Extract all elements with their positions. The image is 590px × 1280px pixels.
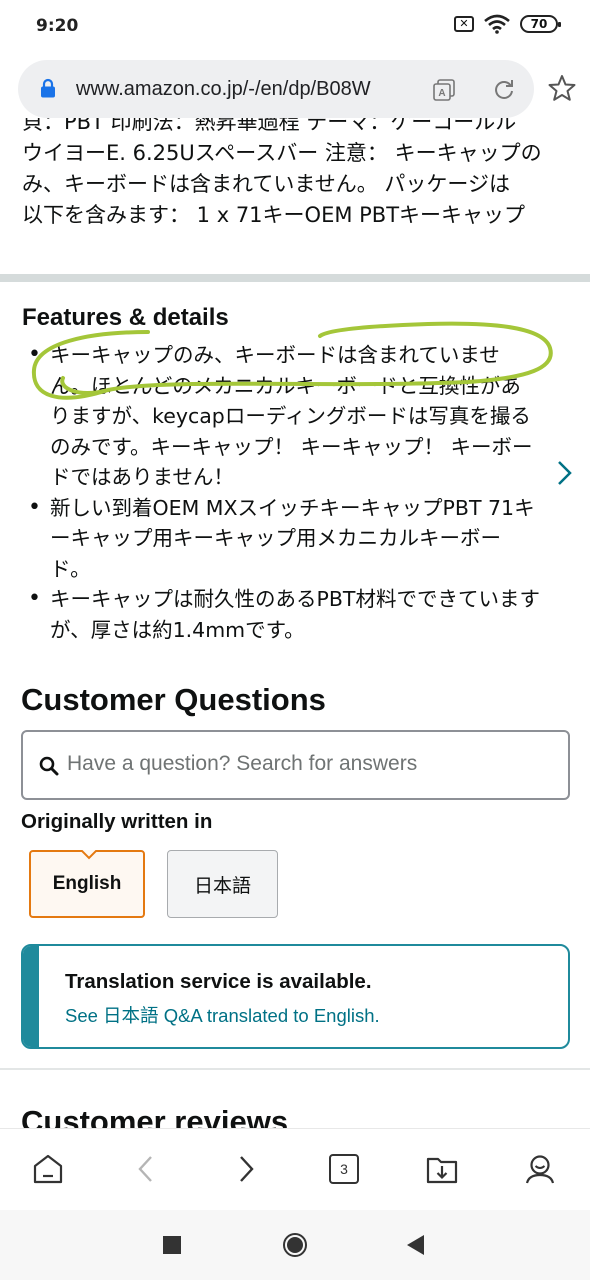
recents-icon[interactable] <box>163 1236 181 1254</box>
reload-icon[interactable] <box>492 78 516 102</box>
language-japanese-label: 日本語 <box>193 875 251 897</box>
battery-icon: 70 <box>520 15 561 33</box>
home-nav-icon[interactable] <box>282 1232 308 1258</box>
feature-item: キーキャップのみ、キーボードは含まれていません。ほとんどのメカニカルキーボードと… <box>28 340 540 493</box>
status-time: 9:20 <box>36 16 79 36</box>
tabs-button[interactable]: 3 <box>326 1151 362 1187</box>
back-nav-icon[interactable] <box>405 1234 425 1256</box>
product-description: 貝：PBT 印刷法：熱昇華過程 テーマ：ケーコールル ウイヨーE. 6.25Uス… <box>22 118 582 240</box>
downloads-icon <box>426 1157 458 1184</box>
language-english-label: English <box>52 873 122 894</box>
feature-item: キーキャップは耐久性のあるPBT材料でできていますが、厚さは約1.4mmです。 <box>28 584 540 645</box>
address-bar[interactable]: www.amazon.co.jp/-/en/dp/B08W A <box>18 60 534 118</box>
features-title: Features & details <box>22 304 229 331</box>
customer-reviews-title-text: Customer reviews <box>21 1104 289 1128</box>
selected-notch <box>81 850 97 860</box>
back-button[interactable] <box>128 1151 164 1187</box>
status-icons: ✕ 70 <box>454 14 561 34</box>
downloads-button[interactable] <box>424 1151 460 1187</box>
tabs-icon: 3 <box>329 1154 359 1184</box>
search-icon <box>39 756 59 776</box>
wifi-icon <box>484 14 510 34</box>
description-line: 貝：PBT 印刷法：熱昇華過程 テーマ：ケーコールル <box>22 118 517 134</box>
url-text[interactable]: www.amazon.co.jp/-/en/dp/B08W <box>76 78 406 101</box>
feature-item: 新しい到着OEM MXスイッチキーキャップPBT 71キーキャップ用キーキャップ… <box>28 493 540 585</box>
notice-accent-bar <box>23 946 39 1047</box>
back-icon <box>138 1156 152 1182</box>
description-line: み、キーボードは含まれていません。 パッケージは <box>22 172 510 196</box>
features-list: キーキャップのみ、キーボードは含まれていません。ほとんどのメカニカルキーボードと… <box>28 340 540 645</box>
forward-icon <box>240 1156 254 1182</box>
section-divider <box>0 1068 590 1070</box>
customer-reviews-title: Customer reviews <box>21 1104 581 1128</box>
description-line: ウイヨーE. 6.25Uスペースバー 注意： キーキャップの <box>22 141 542 165</box>
translation-notice-title: Translation service is available. <box>65 970 372 993</box>
chevron-right-icon[interactable] <box>555 460 575 486</box>
home-button[interactable] <box>30 1151 66 1187</box>
status-bar: 9:20 ✕ 70 <box>0 0 590 54</box>
sim-off-icon: ✕ <box>454 16 474 32</box>
home-icon <box>33 1154 63 1184</box>
star-icon[interactable] <box>548 74 576 102</box>
description-line: 以下を含みます： 1 x 71キーOEM PBTキーキャップ <box>22 203 526 227</box>
profile-button[interactable] <box>522 1151 558 1187</box>
translation-link[interactable]: See 日本語 Q&A translated to English. <box>65 1002 380 1028</box>
language-japanese-button[interactable]: 日本語 <box>167 850 278 918</box>
section-divider <box>0 274 590 282</box>
question-search-input[interactable] <box>67 752 547 776</box>
originally-written-label: Originally written in <box>21 810 213 833</box>
language-english-button[interactable]: English <box>29 850 145 918</box>
browser-toolbar: 3 <box>0 1128 590 1210</box>
svg-text:A: A <box>438 88 445 99</box>
translation-notice: Translation service is available. See 日本… <box>21 944 570 1049</box>
profile-icon <box>525 1155 555 1184</box>
forward-button[interactable] <box>228 1151 264 1187</box>
question-search-box[interactable] <box>21 730 570 800</box>
system-navigation-bar <box>0 1210 590 1280</box>
customer-questions-title: Customer Questions <box>21 682 326 717</box>
lock-icon <box>41 78 55 98</box>
translate-icon[interactable]: A <box>432 78 456 102</box>
